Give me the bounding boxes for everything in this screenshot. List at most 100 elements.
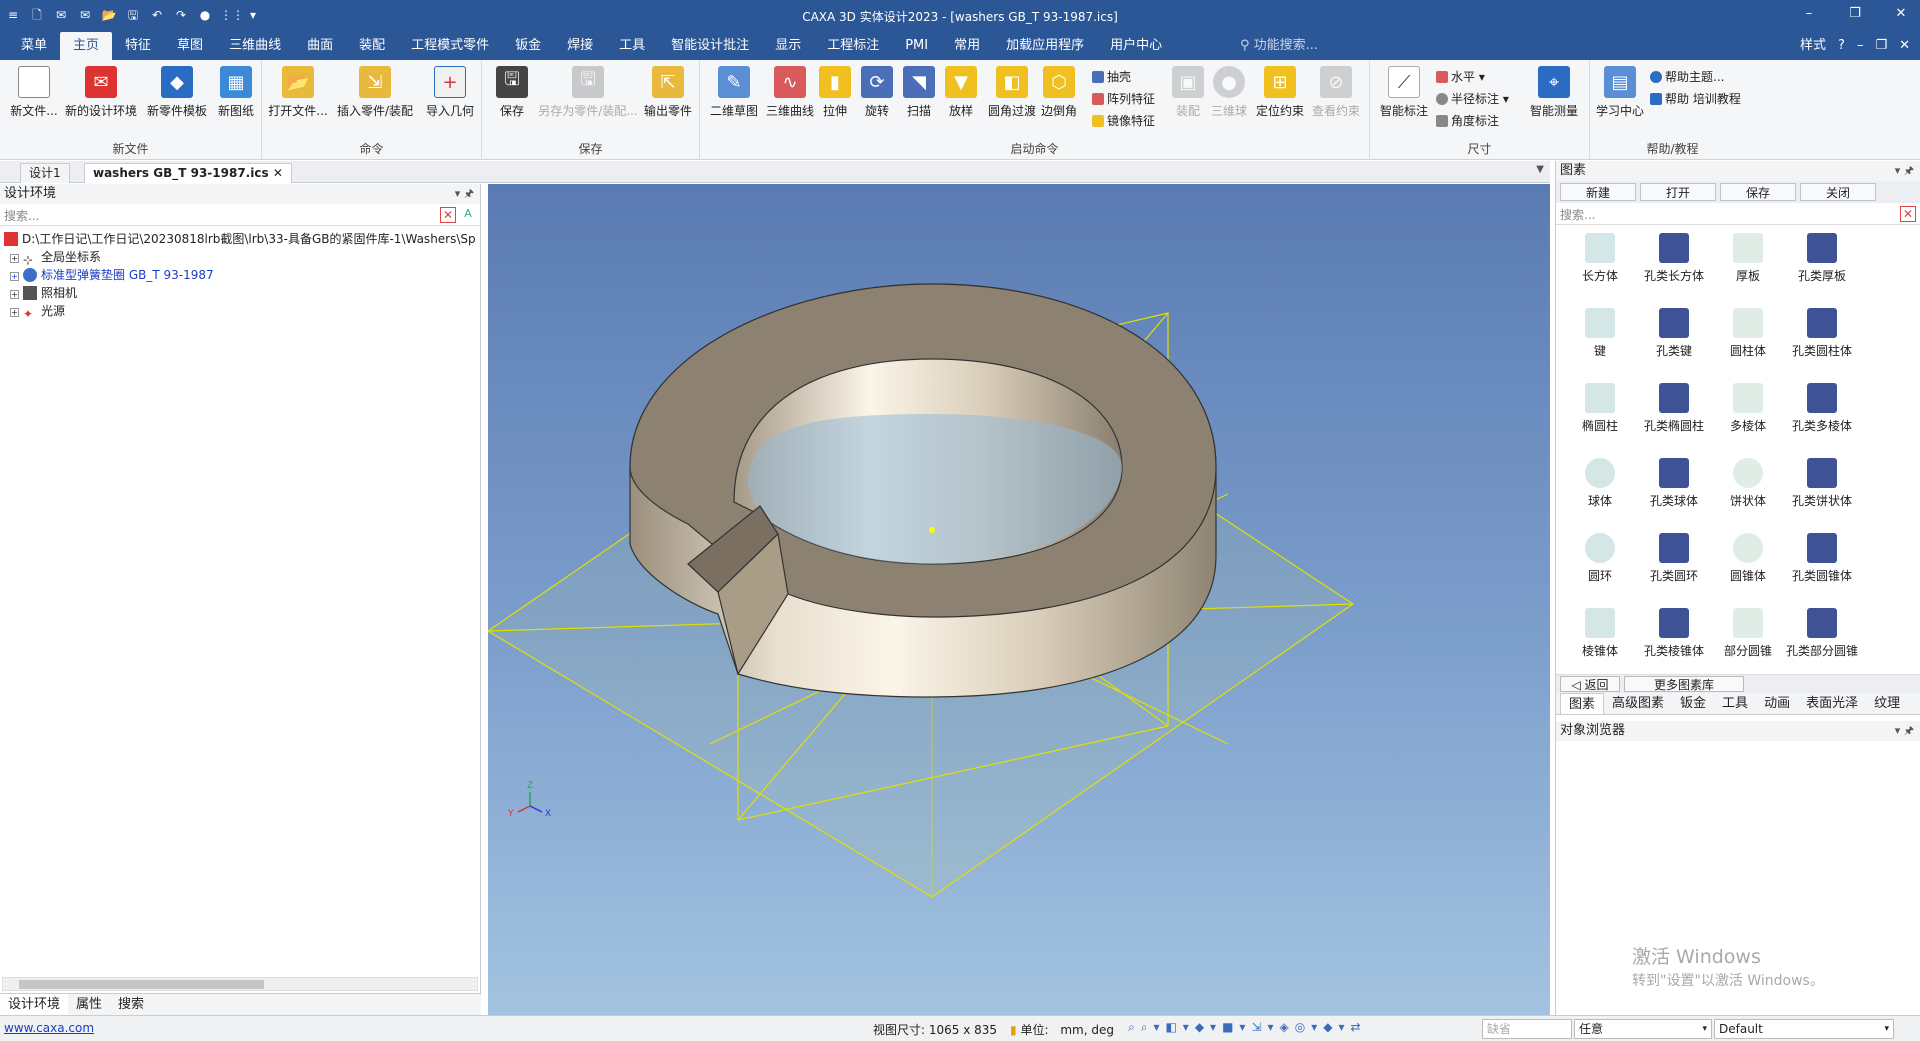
learning-center-button[interactable]: ▤ 学习中心: [1590, 66, 1650, 119]
inner-close-button[interactable]: ✕: [1899, 32, 1910, 60]
new-drawing-button[interactable]: ▦ 新图纸: [206, 66, 266, 119]
element-item[interactable]: 饼状体: [1712, 456, 1784, 509]
shell-button[interactable]: 抽壳: [1092, 68, 1131, 85]
element-item[interactable]: 部分圆锥: [1712, 606, 1784, 659]
element-item[interactable]: 孔类饼状体: [1786, 456, 1858, 509]
menu-tab[interactable]: 工程标注: [814, 32, 892, 60]
open-catalog-button[interactable]: 打开: [1640, 183, 1716, 201]
loft-button[interactable]: ▼ 放样: [936, 66, 986, 119]
tree-item-camera[interactable]: + 照相机: [4, 284, 476, 302]
menu-tab[interactable]: 三维曲线: [216, 32, 294, 60]
smart-dimension-button[interactable]: ⟋ 智能标注: [1374, 66, 1434, 119]
menu-tab[interactable]: 智能设计批注: [658, 32, 762, 60]
element-item[interactable]: 圆锥体: [1712, 531, 1784, 584]
view-tools-icons[interactable]: ⌕⌕▾◧▾◆▾■▾⇲▾◈◎▾◆▾⇄: [1128, 1020, 1367, 1035]
element-item[interactable]: 孔类圆锥体: [1786, 531, 1858, 584]
menu-tab[interactable]: 菜单: [8, 32, 60, 60]
function-search[interactable]: ⚲ 功能搜索...: [1240, 32, 1318, 60]
horizontal-dimension-button[interactable]: 水平 ▾: [1436, 68, 1485, 85]
category-tab[interactable]: 工具: [1714, 693, 1756, 714]
element-item[interactable]: 长方体: [1564, 231, 1636, 284]
menu-tab[interactable]: 显示: [762, 32, 814, 60]
clear-search-icon[interactable]: ✕: [440, 207, 456, 223]
search-option-icon[interactable]: A: [460, 207, 476, 223]
website-link[interactable]: www.caxa.com: [4, 1021, 94, 1035]
pin-icon[interactable]: ▾ 🖈: [1895, 721, 1914, 741]
element-item[interactable]: 椭圆柱: [1564, 381, 1636, 434]
tree-item-spring-washer[interactable]: + 标准型弹簧垫圈 GB_T 93-1987: [4, 266, 476, 284]
menu-tab[interactable]: 草图: [164, 32, 216, 60]
help-icon[interactable]: ?: [1838, 32, 1845, 60]
close-catalog-button[interactable]: 关闭: [1800, 183, 1876, 201]
element-item[interactable]: 孔类厚板: [1786, 231, 1858, 284]
menu-tab[interactable]: 主页: [60, 32, 113, 60]
tree-item-light[interactable]: + ✦ 光源: [4, 302, 476, 321]
element-item[interactable]: 孔类椭圆柱: [1638, 381, 1710, 434]
element-item[interactable]: 厚板: [1712, 231, 1784, 284]
more-libraries-button[interactable]: 更多图素库: [1624, 676, 1744, 692]
tree-item-global-coords[interactable]: + ⊹ 全局坐标系: [4, 248, 476, 267]
mirror-feature-button[interactable]: 镜像特征: [1092, 112, 1155, 129]
3d-ball-button[interactable]: ● 三维球: [1204, 66, 1254, 119]
menu-tab[interactable]: PMI: [892, 32, 941, 60]
new-catalog-button[interactable]: 新建: [1560, 183, 1636, 201]
category-tab[interactable]: 高级图素: [1604, 693, 1672, 714]
inner-minimize-button[interactable]: –: [1857, 32, 1864, 60]
menu-tab[interactable]: 装配: [346, 32, 398, 60]
element-item[interactable]: 棱锥体: [1564, 606, 1636, 659]
expand-icon[interactable]: +: [10, 254, 19, 263]
new-file-button[interactable]: 新文件...: [4, 66, 64, 119]
expand-icon[interactable]: +: [10, 272, 19, 281]
new-part-template-button[interactable]: ◆ 新零件模板: [144, 66, 210, 119]
category-tab[interactable]: 钣金: [1672, 693, 1714, 714]
sketch-2d-button[interactable]: ✎ 二维草图: [704, 66, 764, 119]
menu-tab[interactable]: 钣金: [502, 32, 554, 60]
menu-tab[interactable]: 加载应用程序: [993, 32, 1097, 60]
expand-icon[interactable]: +: [10, 290, 19, 299]
position-constraint-button[interactable]: ⊞ 定位约束: [1252, 66, 1308, 119]
menu-tab[interactable]: 工具: [606, 32, 658, 60]
new-design-env-button[interactable]: ✉ 新的设计环境: [62, 66, 140, 119]
element-item[interactable]: 孔类圆柱体: [1786, 306, 1858, 359]
menu-tab[interactable]: 特征: [112, 32, 164, 60]
export-part-button[interactable]: ⇱ 输出零件: [638, 66, 698, 119]
back-button[interactable]: ◁ 返回: [1560, 676, 1620, 692]
tab-properties[interactable]: 属性: [68, 994, 110, 1015]
category-tab[interactable]: 图素: [1560, 693, 1605, 714]
fillet-button[interactable]: ◧ 圆角过渡: [982, 66, 1042, 119]
style-select[interactable]: Default ▾: [1714, 1019, 1894, 1039]
pin-icon[interactable]: ▾ 🖈: [455, 184, 474, 204]
close-button[interactable]: ✕: [1888, 6, 1914, 21]
element-item[interactable]: 孔类部分圆锥: [1786, 606, 1858, 659]
pin-icon[interactable]: ▾ 🖈: [1895, 161, 1914, 181]
tree-search-input[interactable]: 搜索... ✕ A: [0, 204, 480, 226]
doc-tab-design1[interactable]: 设计1: [20, 163, 70, 183]
pattern-feature-button[interactable]: 阵列特征: [1092, 90, 1155, 107]
elements-search-input[interactable]: 搜索... ✕: [1556, 203, 1920, 225]
insert-part-button[interactable]: ⇲ 插入零件/装配: [332, 66, 418, 119]
element-item[interactable]: 孔类多棱体: [1786, 381, 1858, 434]
menu-tab[interactable]: 曲面: [294, 32, 346, 60]
menu-tab[interactable]: 焊接: [554, 32, 606, 60]
menu-tab[interactable]: 用户中心: [1097, 32, 1175, 60]
tree-root[interactable]: D:\工作日记\工作日记\20230818lrb截图\lrb\33-具备GB的紧…: [4, 230, 476, 248]
training-tutorial-button[interactable]: 帮助 培训教程: [1650, 90, 1741, 107]
element-item[interactable]: 孔类球体: [1638, 456, 1710, 509]
element-item[interactable]: 孔类圆环: [1638, 531, 1710, 584]
element-item[interactable]: 圆环: [1564, 531, 1636, 584]
import-geometry-button[interactable]: + 导入几何: [420, 66, 480, 119]
expand-icon[interactable]: +: [10, 308, 19, 317]
angle-dimension-button[interactable]: 角度标注: [1436, 112, 1499, 129]
smart-measure-button[interactable]: ⌖ 智能测量: [1524, 66, 1584, 119]
tabs-dropdown-icon[interactable]: ▼: [1536, 164, 1544, 175]
tab-search[interactable]: 搜索: [110, 994, 152, 1015]
open-file-button[interactable]: 📂 打开文件...: [266, 66, 330, 119]
menu-tab[interactable]: 常用: [941, 32, 993, 60]
scroll-thumb[interactable]: [19, 980, 264, 989]
tab-design-env[interactable]: 设计环境: [0, 994, 69, 1015]
view-constraint-button[interactable]: ⊘ 查看约束: [1306, 66, 1366, 119]
radius-dimension-button[interactable]: 半径标注 ▾: [1436, 90, 1509, 107]
element-item[interactable]: 孔类键: [1638, 306, 1710, 359]
element-item[interactable]: 孔类长方体: [1638, 231, 1710, 284]
element-item[interactable]: 球体: [1564, 456, 1636, 509]
